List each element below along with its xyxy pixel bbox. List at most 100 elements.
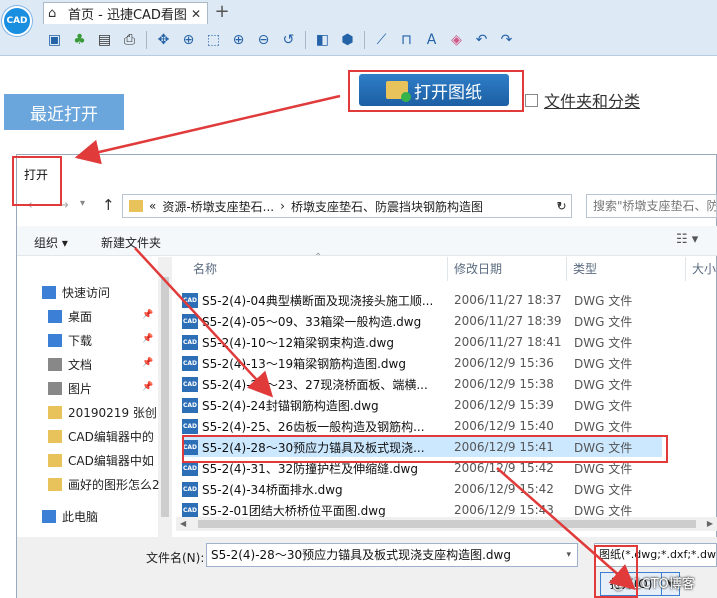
file-name: S5-2(4)-34桥面排水.dwg	[202, 482, 343, 497]
pin-icon[interactable]: 📌	[142, 310, 153, 320]
nav-scrollbar[interactable]	[158, 257, 172, 537]
pin-icon[interactable]: 📌	[142, 382, 153, 392]
text-icon[interactable]: A	[419, 29, 444, 51]
print-icon[interactable]: ⎙	[117, 29, 142, 51]
nav-item[interactable]: CAD编辑器中如	[48, 452, 154, 469]
file-row[interactable]: CAD S5-2(4)-05～09、33箱梁一般构造.dwg 2006/11/27 …	[182, 311, 662, 331]
cad-file-icon: CAD	[182, 376, 198, 392]
zoom-in-icon[interactable]: ⊕	[226, 29, 251, 51]
undo-icon[interactable]: ↶	[469, 29, 494, 51]
nav-item[interactable]: 图片	[48, 380, 92, 397]
breadcrumb-overflow[interactable]: «	[149, 199, 156, 213]
zoom-previous-icon[interactable]: ↺	[276, 29, 301, 51]
scroll-right-icon[interactable]: ▶	[707, 517, 713, 531]
filename-dropdown-icon[interactable]: ▾	[566, 544, 571, 566]
folder-icon	[48, 478, 62, 491]
cad-file-icon: CAD	[182, 313, 198, 329]
file-row[interactable]: CAD S5-2(4)-13～19箱梁钢筋构造图.dwg 2006/12/9 15:…	[182, 353, 662, 373]
view-options-icon[interactable]: ☷ ▾	[676, 232, 698, 247]
nav-item[interactable]: 桌面	[48, 308, 92, 325]
zoom-extents-icon[interactable]: ⬚	[201, 29, 226, 51]
column-divider[interactable]	[447, 257, 448, 281]
file-type: DWG 文件	[574, 356, 633, 371]
app-logo-icon: CAD	[2, 6, 32, 36]
new-tab-button[interactable]: +	[212, 2, 232, 24]
close-tab-icon[interactable]: ✕	[191, 7, 201, 21]
cad-file-icon: CAD	[182, 397, 198, 413]
file-date: 2006/12/9 15:43	[454, 503, 554, 517]
file-date: 2006/11/27 18:37	[454, 293, 562, 307]
refresh-icon[interactable]: ↻	[552, 194, 572, 218]
file-row[interactable]: CAD S5-2(4)-34桥面排水.dwg 2006/12/9 15:42 DWG …	[182, 479, 662, 499]
measure-area-icon[interactable]: ⊓	[394, 29, 419, 51]
up-arrow-icon[interactable]: ↑	[102, 196, 115, 214]
pin-icon[interactable]: 📌	[142, 334, 153, 344]
tab-home[interactable]: ⌂ 首页 - 迅捷CAD看图 ✕	[43, 2, 208, 24]
checkbox-box[interactable]	[525, 93, 538, 107]
filename-label: 文件名(N):	[146, 551, 205, 565]
column-divider[interactable]	[685, 257, 686, 281]
horizontal-scrollbar[interactable]: ◀ ▶	[176, 517, 717, 531]
breadcrumb-item-parent[interactable]: 资源-桥墩支座垫石...	[162, 198, 274, 215]
pan-icon[interactable]: ✥	[151, 29, 176, 51]
pin-icon[interactable]: 📌	[142, 358, 153, 368]
column-header-date[interactable]: 修改日期	[454, 260, 502, 277]
highlight-open-drawing	[348, 70, 524, 112]
palm-tree-icon[interactable]: ♣	[67, 29, 92, 51]
address-bar[interactable]: « 资源-桥墩支座垫石... › 桥墩支座垫石、防震挡块钢筋构造图 ▾	[122, 194, 572, 218]
file-date: 2006/11/27 18:41	[454, 335, 562, 349]
nav-item[interactable]: 20190219 张创	[48, 404, 157, 421]
column-divider[interactable]	[566, 257, 567, 281]
file-row[interactable]: CAD S5-2(4)-04典型横断面及现浇接头施工顺... 2006/11/27 …	[182, 290, 662, 310]
nav-item-label: 下载	[68, 334, 93, 348]
nav-scroll-thumb[interactable]	[161, 277, 169, 517]
folder-icon	[48, 430, 62, 443]
eraser-icon[interactable]: ◈	[444, 29, 469, 51]
highlight-selected-file	[182, 435, 668, 463]
breadcrumb-separator: ›	[280, 199, 285, 213]
measure-line-icon[interactable]: ⟋	[369, 29, 394, 51]
save-icon[interactable]: ▤	[92, 29, 117, 51]
add-file-icon[interactable]: ▣	[42, 29, 67, 51]
file-type: DWG 文件	[574, 335, 633, 350]
nav-item[interactable]: 下载	[48, 332, 92, 349]
search-input[interactable]: 搜索"桥墩支座垫石、防	[586, 194, 717, 218]
new-folder-button[interactable]: 新建文件夹	[101, 234, 161, 251]
cad-file-icon: CAD	[182, 334, 198, 350]
3d-box-icon[interactable]: ◧	[310, 29, 335, 51]
file-row[interactable]: CAD S5-2(4)-25、26齿板一般构造及钢筋构... 2006/12/9 1…	[182, 416, 662, 436]
nav-item[interactable]: 画好的图形怎么2	[48, 476, 160, 493]
nav-item[interactable]: 快速访问	[42, 284, 110, 301]
nav-item-label: 20190219 张创	[68, 406, 157, 420]
filename-input[interactable]: S5-2(4)-28～30预应力锚具及板式现浇支座构造图.dwg ▾	[206, 543, 578, 567]
breadcrumb-item-current[interactable]: 桥墩支座垫石、防震挡块钢筋构造图	[291, 198, 483, 215]
scroll-left-icon[interactable]: ◀	[180, 517, 186, 531]
toolbar-divider	[146, 31, 147, 49]
cad-file-icon: CAD	[182, 292, 198, 308]
3d-view-icon[interactable]: ⬢	[335, 29, 360, 51]
nav-item[interactable]: 此电脑	[42, 508, 98, 525]
column-header-size[interactable]: 大小	[692, 260, 716, 277]
horizontal-scroll-thumb[interactable]	[198, 520, 696, 528]
organize-button[interactable]: 组织 ▾	[34, 234, 68, 251]
folder-icon	[48, 454, 62, 467]
zoom-window-icon[interactable]: ⊕	[176, 29, 201, 51]
column-header-type[interactable]: 类型	[573, 260, 597, 277]
sort-chevron-icon: ⌃	[314, 252, 323, 263]
recent-files-tab[interactable]: 最近打开	[4, 94, 124, 130]
file-type: DWG 文件	[574, 419, 633, 434]
file-row[interactable]: CAD S5-2(4)-24封锚钢筋构造图.dwg 2006/12/9 15:39 D…	[182, 395, 662, 415]
recent-locations-chevron-icon[interactable]: ▾	[80, 198, 85, 209]
file-type: DWG 文件	[574, 398, 633, 413]
nav-item[interactable]: CAD编辑器中的	[48, 428, 154, 445]
zoom-out-icon[interactable]: ⊖	[251, 29, 276, 51]
column-header-name[interactable]: 名称	[193, 260, 217, 277]
file-name: S5-2(4)-05～09、33箱梁一般构造.dwg	[202, 314, 422, 329]
folder-category-checkbox[interactable]: 文件夹和分类	[525, 88, 640, 112]
computer-icon	[42, 510, 56, 523]
redo-icon[interactable]: ↷	[494, 29, 519, 51]
nav-item[interactable]: 文档	[48, 356, 92, 373]
file-row[interactable]: CAD S5-2(4)-10～12箱梁钢束构造.dwg 2006/11/27 18:…	[182, 332, 662, 352]
file-row[interactable]: CAD S5-2(4)-20～23、27现浇桥面板、端横... 2006/12/9 …	[182, 374, 662, 394]
file-date: 2006/12/9 15:42	[454, 482, 554, 496]
